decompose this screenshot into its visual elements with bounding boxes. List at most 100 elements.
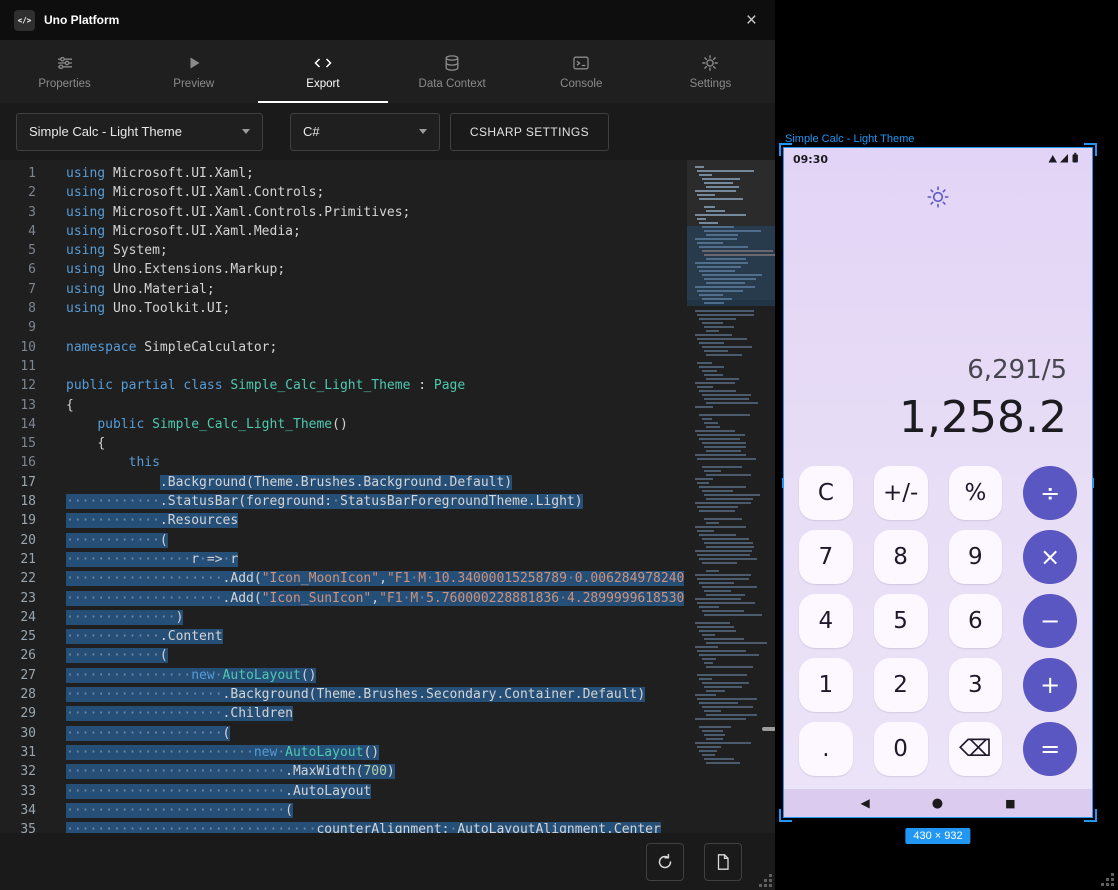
tab-export[interactable]: Export <box>258 40 387 103</box>
code-line-12[interactable]: public partial class Simple_Calc_Light_T… <box>66 376 687 395</box>
phone-statusbar: 09:30 <box>784 148 1092 170</box>
calc-key-divide[interactable]: ÷ <box>1023 466 1077 520</box>
code-line-18[interactable]: ············.StatusBar(foreground:·Statu… <box>66 492 687 511</box>
minimap-selection <box>687 226 775 306</box>
code-line-31[interactable]: ························new·AutoLayout() <box>66 743 687 762</box>
window-resize-grip[interactable] <box>1100 872 1116 888</box>
calc-key-decimal[interactable]: . <box>799 722 853 776</box>
tab-label: Data Context <box>419 78 486 90</box>
calc-key-digit-4[interactable]: 4 <box>799 594 853 648</box>
tab-console[interactable]: Console <box>517 40 646 103</box>
code-line-1[interactable]: using Microsoft.UI.Xaml; <box>66 164 687 183</box>
panel-resize-grip[interactable] <box>758 873 774 889</box>
export-file-button[interactable] <box>704 843 742 881</box>
code-line-29[interactable]: ····················.Children <box>66 704 687 723</box>
logo-glyph: </> <box>18 16 32 25</box>
calc-key-digit-1[interactable]: 1 <box>799 658 853 712</box>
code-line-25[interactable]: ············.Content <box>66 627 687 646</box>
component-select[interactable]: Simple Calc - Light Theme <box>16 113 263 151</box>
language-select[interactable]: C# <box>290 113 440 151</box>
calc-key-digit-7[interactable]: 7 <box>799 530 853 584</box>
theme-toggle-button[interactable] <box>925 184 951 214</box>
calc-key-digit-0[interactable]: 0 <box>874 722 928 776</box>
device-frame[interactable]: 09:30 6,291/5 1,258.2 C+/-%÷789×456−123+… <box>783 147 1093 818</box>
nav-back-icon[interactable]: ◀ <box>861 796 870 810</box>
splitter-handle[interactable] <box>762 727 776 731</box>
calc-key-plus-minus[interactable]: +/- <box>874 466 928 520</box>
code-line-10[interactable]: namespace SimpleCalculator; <box>66 338 687 357</box>
tab-label: Console <box>560 78 602 90</box>
calc-key-backspace[interactable]: ⌫ <box>949 722 1003 776</box>
calc-key-digit-6[interactable]: 6 <box>949 594 1003 648</box>
code-line-35[interactable]: ································counterA… <box>66 820 687 833</box>
status-icons <box>1047 152 1083 167</box>
code-line-13[interactable]: { <box>66 396 687 415</box>
code-line-33[interactable]: ····························.AutoLayout <box>66 782 687 801</box>
code-line-26[interactable]: ············( <box>66 646 687 665</box>
code-editor[interactable]: 1234567891011121314151617181920212223242… <box>0 160 775 833</box>
chevron-down-icon <box>242 129 250 134</box>
code-line-7[interactable]: using Uno.Material; <box>66 280 687 299</box>
tab-label: Preview <box>173 78 214 90</box>
chevron-down-icon <box>419 129 427 134</box>
code-line-2[interactable]: using Microsoft.UI.Xaml.Controls; <box>66 183 687 202</box>
code-line-30[interactable]: ····················( <box>66 724 687 743</box>
tab-data-context[interactable]: Data Context <box>388 40 517 103</box>
calc-key-percent[interactable]: % <box>949 466 1003 520</box>
calc-key-add[interactable]: + <box>1023 658 1077 712</box>
calc-key-digit-2[interactable]: 2 <box>874 658 928 712</box>
calc-key-subtract[interactable]: − <box>1023 594 1077 648</box>
code-line-24[interactable]: ··············) <box>66 608 687 627</box>
refresh-button[interactable] <box>646 843 684 881</box>
code-line-22[interactable]: ····················.Add("Icon_MoonIcon"… <box>66 569 687 588</box>
code-line-15[interactable]: { <box>66 434 687 453</box>
calc-key-clear[interactable]: C <box>799 466 853 520</box>
code-line-32[interactable]: ····························.MaxWidth(70… <box>66 762 687 781</box>
calc-key-digit-9[interactable]: 9 <box>949 530 1003 584</box>
code-line-16[interactable]: this <box>66 453 687 472</box>
calc-key-digit-8[interactable]: 8 <box>874 530 928 584</box>
nav-recents-icon[interactable]: ■ <box>1005 797 1015 810</box>
code-line-23[interactable]: ····················.Add("Icon_SunIcon",… <box>66 589 687 608</box>
code-brackets-icon <box>313 54 333 72</box>
code-line-8[interactable]: using Uno.Toolkit.UI; <box>66 299 687 318</box>
calc-key-multiply[interactable]: × <box>1023 530 1077 584</box>
battery-icon <box>1073 154 1078 162</box>
refresh-icon <box>656 853 674 871</box>
code-line-6[interactable]: using Uno.Extensions.Markup; <box>66 260 687 279</box>
code-line-19[interactable]: ············.Resources <box>66 511 687 530</box>
preview-label[interactable]: Simple Calc - Light Theme <box>785 133 914 145</box>
code-line-9[interactable] <box>66 318 687 337</box>
close-icon[interactable]: × <box>742 11 761 30</box>
tab-label: Properties <box>38 78 90 90</box>
size-badge: 430 × 932 <box>905 828 970 844</box>
code-line-4[interactable]: using Microsoft.UI.Xaml.Media; <box>66 222 687 241</box>
database-icon <box>443 54 461 72</box>
code-line-27[interactable]: ················new·AutoLayout() <box>66 666 687 685</box>
minimap[interactable] <box>687 160 775 833</box>
calc-result: 1,258.2 <box>899 392 1067 444</box>
line-numbers: 1234567891011121314151617181920212223242… <box>0 160 42 833</box>
calc-key-digit-5[interactable]: 5 <box>874 594 928 648</box>
code-line-5[interactable]: using System; <box>66 241 687 260</box>
signal-icon <box>1060 154 1068 163</box>
code-line-14[interactable]: public Simple_Calc_Light_Theme() <box>66 415 687 434</box>
code-line-28[interactable]: ····················.Background(Theme.Br… <box>66 685 687 704</box>
code-line-11[interactable] <box>66 357 687 376</box>
csharp-settings-button[interactable]: CSHARP SETTINGS <box>450 113 609 151</box>
tab-settings[interactable]: Settings <box>646 40 775 103</box>
code-line-17[interactable]: .Background(Theme.Brushes.Background.Def… <box>66 473 687 492</box>
code-lines[interactable]: using Microsoft.UI.Xaml;using Microsoft.… <box>42 160 687 833</box>
play-icon <box>185 54 203 72</box>
calc-key-digit-3[interactable]: 3 <box>949 658 1003 712</box>
tab-properties[interactable]: Properties <box>0 40 129 103</box>
keypad: C +/-% ÷ 789 × 456− 123 +. 0 ⌫ = <box>799 466 1077 776</box>
code-line-3[interactable]: using Microsoft.UI.Xaml.Controls.Primiti… <box>66 203 687 222</box>
code-line-34[interactable]: ····························( <box>66 801 687 820</box>
calc-key-equals[interactable]: = <box>1023 722 1077 776</box>
android-navbar: ◀ ● ■ <box>784 789 1092 817</box>
nav-home-icon[interactable]: ● <box>932 796 943 811</box>
tab-preview[interactable]: Preview <box>129 40 258 103</box>
code-line-20[interactable]: ············( <box>66 531 687 550</box>
code-line-21[interactable]: ················r·=>·r <box>66 550 687 569</box>
